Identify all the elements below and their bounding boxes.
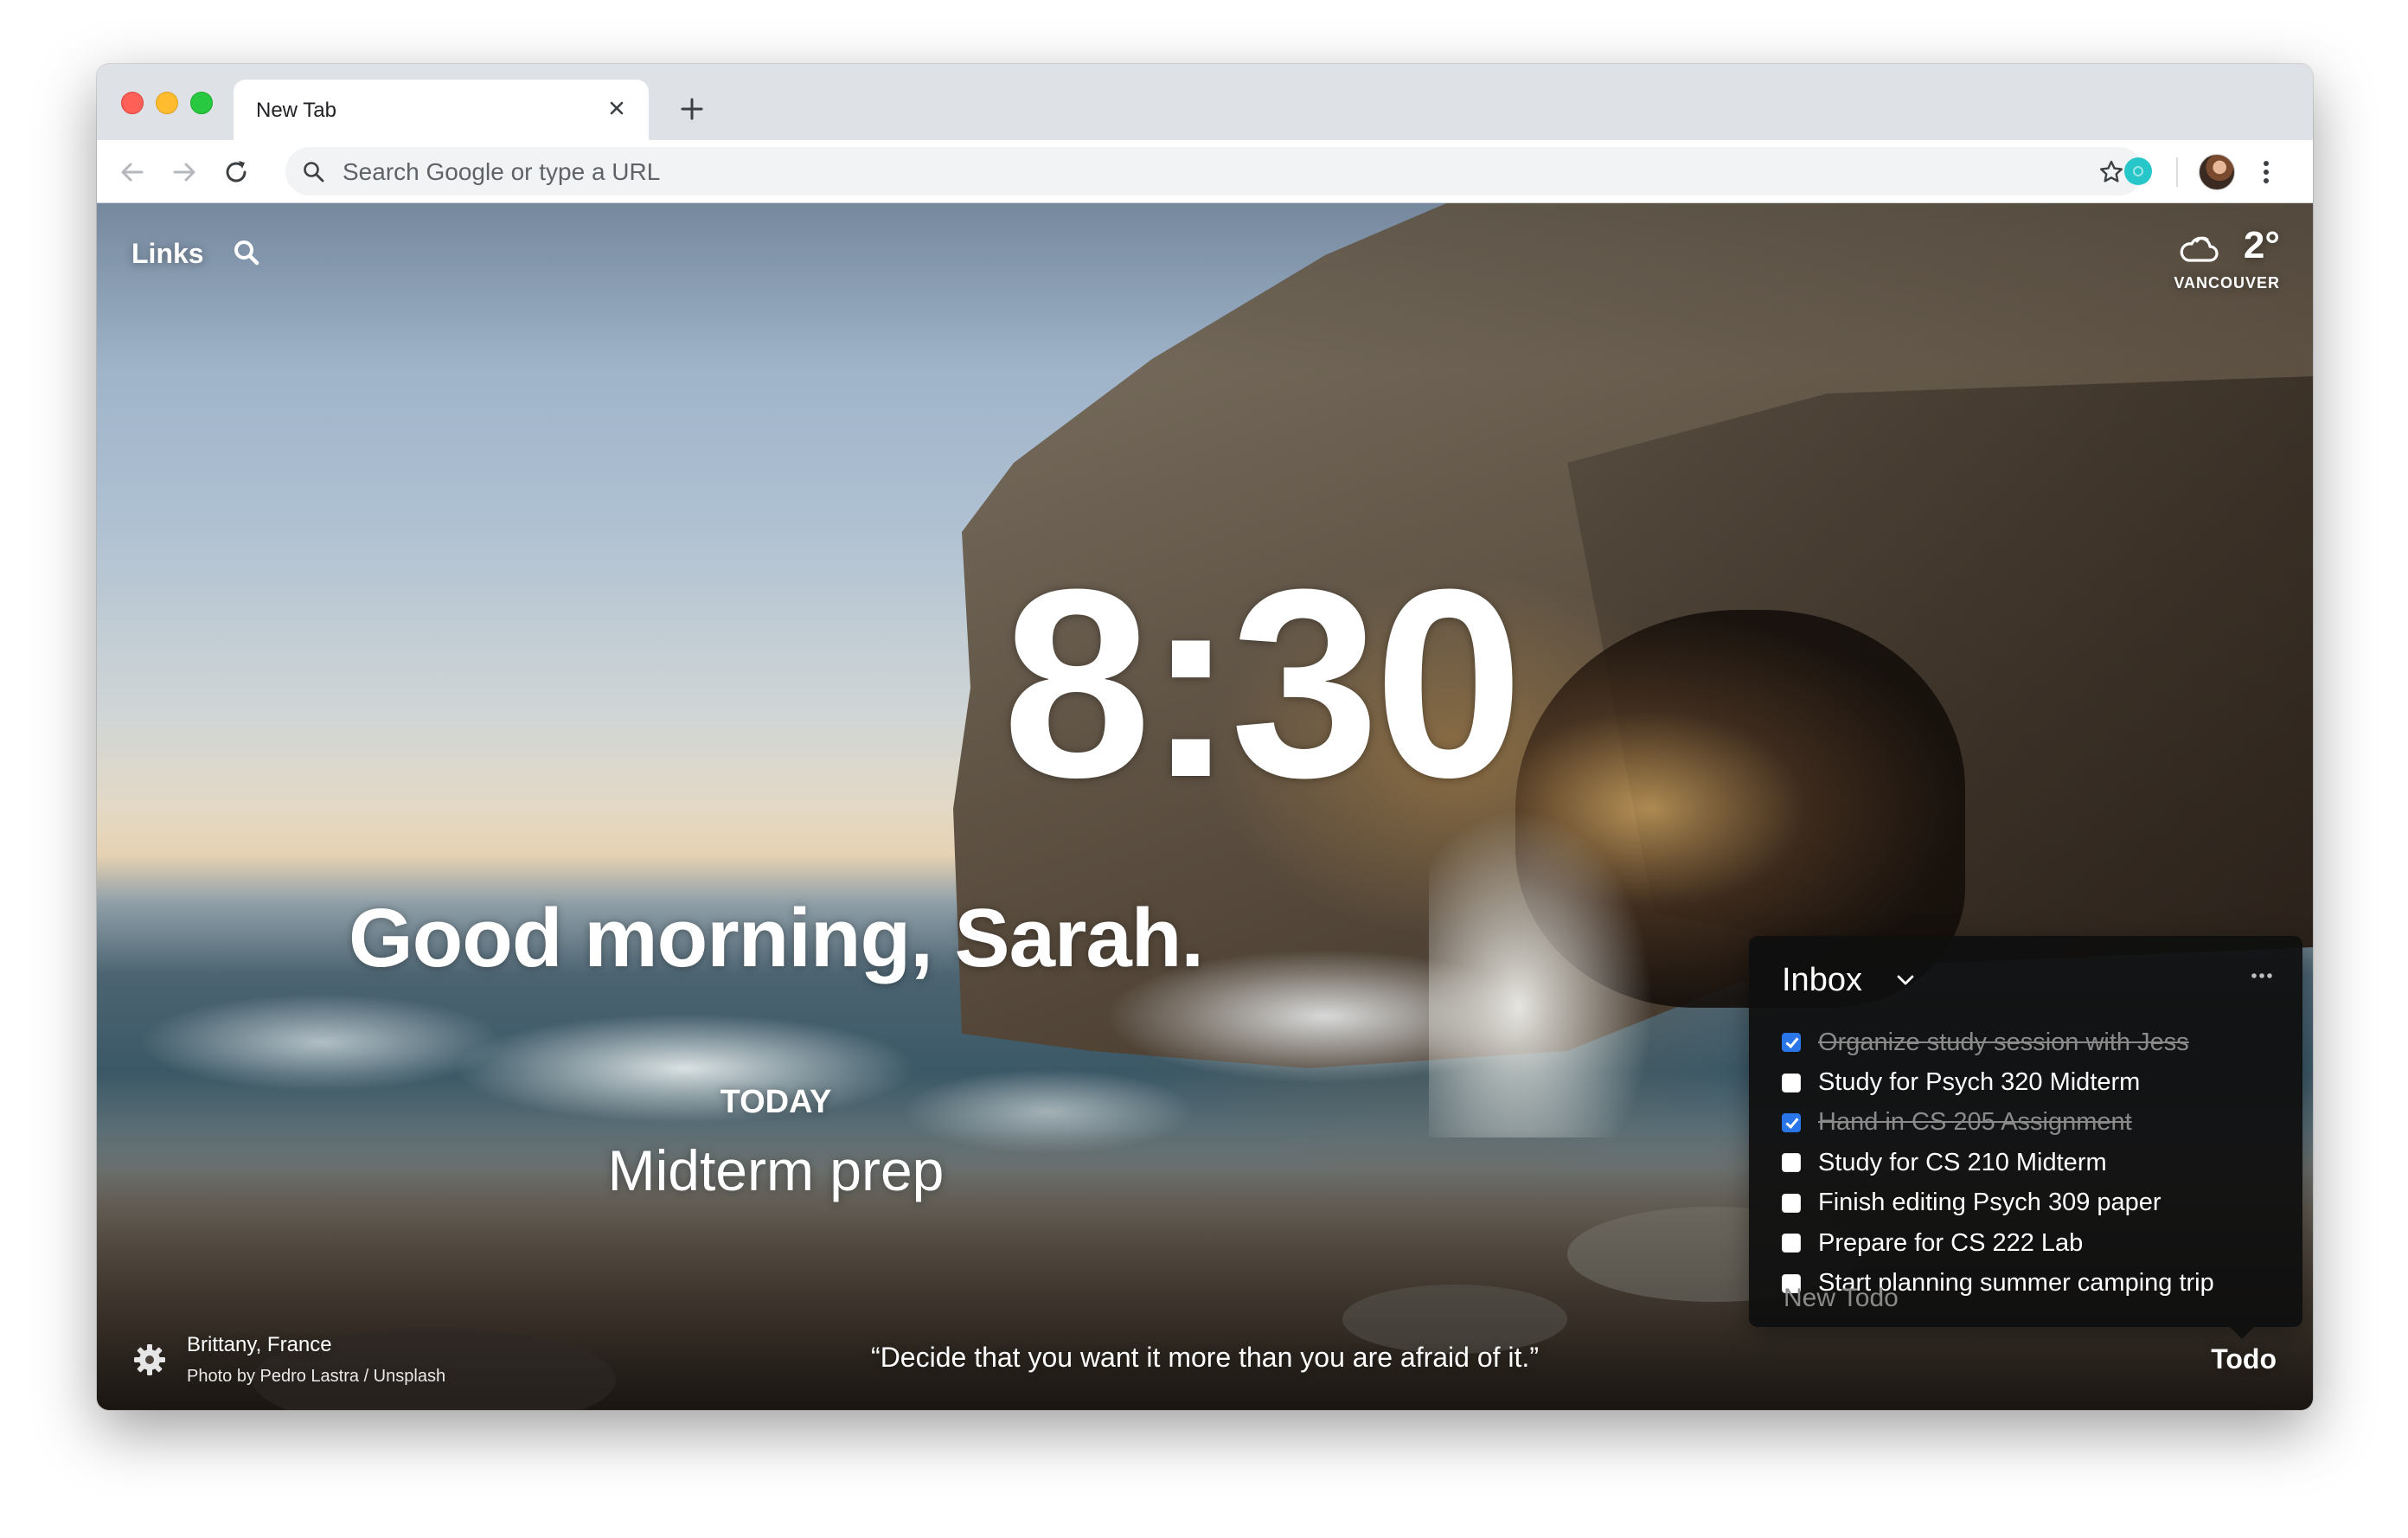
todo-checkbox[interactable] [1782, 1073, 1801, 1093]
more-options-icon[interactable] [2247, 965, 2277, 986]
focus-text[interactable]: Midterm prep [97, 1137, 1455, 1203]
toolbar-divider [2176, 157, 2178, 187]
weather-location: VANCOUVER [2174, 274, 2280, 292]
todo-checkbox[interactable] [1782, 1234, 1801, 1253]
weather-temperature: 2° [2243, 224, 2280, 266]
omnibox[interactable] [285, 147, 2143, 197]
bookmark-star-icon[interactable] [2097, 157, 2126, 187]
todo-checkbox[interactable] [1782, 1112, 1801, 1132]
search-icon[interactable] [232, 238, 261, 267]
todo-item[interactable]: Organize study session with Jess [1782, 1022, 2283, 1062]
clock-container: 8:30 [901, 549, 1619, 817]
greeting: Good morning, Sarah. [348, 892, 1204, 984]
todo-text: Study for Psych 320 Midterm [1818, 1068, 2141, 1097]
todo-checkbox[interactable] [1782, 1153, 1801, 1173]
extension-icon[interactable] [2124, 157, 2152, 185]
new-todo-input[interactable] [1782, 1280, 2270, 1317]
todo-text: Study for CS 210 Midterm [1818, 1148, 2107, 1176]
todo-item[interactable]: Study for CS 210 Midterm [1782, 1143, 2283, 1182]
todo-item[interactable]: Hand in CS 205 Assignment [1782, 1103, 2283, 1143]
new-tab-plus-icon[interactable] [675, 92, 709, 126]
todo-text: Hand in CS 205 Assignment [1818, 1108, 2132, 1137]
maximize-window-button[interactable] [190, 92, 213, 114]
todo-item[interactable]: Study for Psych 320 Midterm [1782, 1062, 2283, 1102]
todo-checkbox[interactable] [1782, 1193, 1801, 1213]
todo-button[interactable]: Todo [2211, 1343, 2277, 1375]
browser-window: New Tab Search Google or type a URL Link… [97, 64, 2313, 1410]
focus-label: TODAY [720, 1084, 832, 1120]
more-menu-icon[interactable] [2258, 156, 2275, 189]
todo-checkbox[interactable] [1782, 1033, 1801, 1053]
dashboard-background: Links 2° VANCOUVER 8:30 Good morning, Sa… [97, 203, 2313, 1410]
back-arrow-icon[interactable] [116, 156, 149, 189]
forward-arrow-icon[interactable] [168, 156, 201, 189]
todo-panel: Inbox Organize study session with Jess S… [1749, 936, 2302, 1339]
browser-toolbar [97, 140, 2313, 203]
chevron-down-icon[interactable] [1894, 971, 1917, 990]
reload-icon[interactable] [220, 156, 253, 189]
minimize-window-button[interactable] [156, 92, 178, 114]
address-input[interactable] [341, 147, 2040, 197]
tab-strip: New Tab [97, 64, 2313, 140]
tab-new-tab[interactable]: New Tab [234, 80, 649, 140]
todo-text: Organize study session with Jess [1818, 1028, 2189, 1056]
close-tab-icon[interactable] [602, 93, 631, 123]
tab-title: New Tab [256, 99, 336, 122]
clock[interactable]: 8:30 [901, 549, 1619, 817]
todo-list: Organize study session with Jess Study f… [1782, 1022, 2283, 1304]
todo-list-title[interactable]: Inbox [1782, 962, 1862, 999]
cloud-icon [2180, 236, 2219, 262]
todo-text: Prepare for CS 222 Lab [1818, 1228, 2084, 1257]
todo-item[interactable]: Finish editing Psych 309 paper [1782, 1183, 2283, 1223]
quote[interactable]: “Decide that you want it more than you a… [97, 1342, 2313, 1374]
todo-item[interactable]: Prepare for CS 222 Lab [1782, 1223, 2283, 1263]
close-window-button[interactable] [121, 92, 144, 114]
profile-avatar[interactable] [2199, 154, 2235, 190]
todo-text: Finish editing Psych 309 paper [1818, 1189, 2161, 1217]
links-button[interactable]: Links [131, 238, 204, 270]
search-icon [304, 162, 324, 183]
